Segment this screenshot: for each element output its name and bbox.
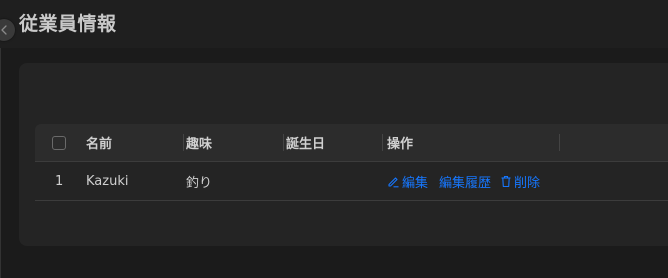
select-all-checkbox[interactable]	[52, 135, 66, 150]
column-divider	[183, 134, 184, 151]
row-name: Kazuki	[86, 173, 129, 189]
edit-label: 編集	[402, 175, 429, 191]
column-divider	[382, 134, 383, 151]
row-hobby: 釣り	[186, 175, 213, 191]
column-header-actions: 操作	[387, 137, 414, 152]
select-all-cell	[52, 124, 66, 161]
table-row: 1 Kazuki 釣り 編集 編集履歴 削除	[35, 162, 668, 201]
row-index: 1	[55, 173, 64, 189]
delete-link[interactable]: 削除	[500, 172, 540, 191]
delete-label: 削除	[514, 175, 541, 191]
table-header-row: 名前 趣味 誕生日 操作	[35, 124, 668, 162]
column-divider	[283, 134, 284, 151]
column-header-birthday[interactable]: 誕生日	[286, 124, 325, 161]
edit-history-link[interactable]: 編集履歴	[439, 172, 491, 191]
trash-icon	[501, 175, 511, 187]
page-title: 従業員情報	[19, 13, 117, 35]
sidebar-edge	[0, 48, 1, 278]
employee-table: 名前 趣味 誕生日 操作 1 Kazuki 釣り 編集 編集履歴 削除	[35, 124, 668, 201]
page-header: 従業員情報	[0, 0, 668, 48]
edit-link[interactable]: 編集	[387, 172, 428, 191]
column-header-name[interactable]: 名前	[86, 124, 112, 161]
chevron-left-icon	[1, 25, 7, 35]
row-actions: 編集 編集履歴 削除	[387, 162, 540, 200]
column-header-hobby[interactable]: 趣味	[186, 124, 212, 161]
column-divider	[559, 134, 560, 151]
pencil-icon	[388, 176, 399, 187]
